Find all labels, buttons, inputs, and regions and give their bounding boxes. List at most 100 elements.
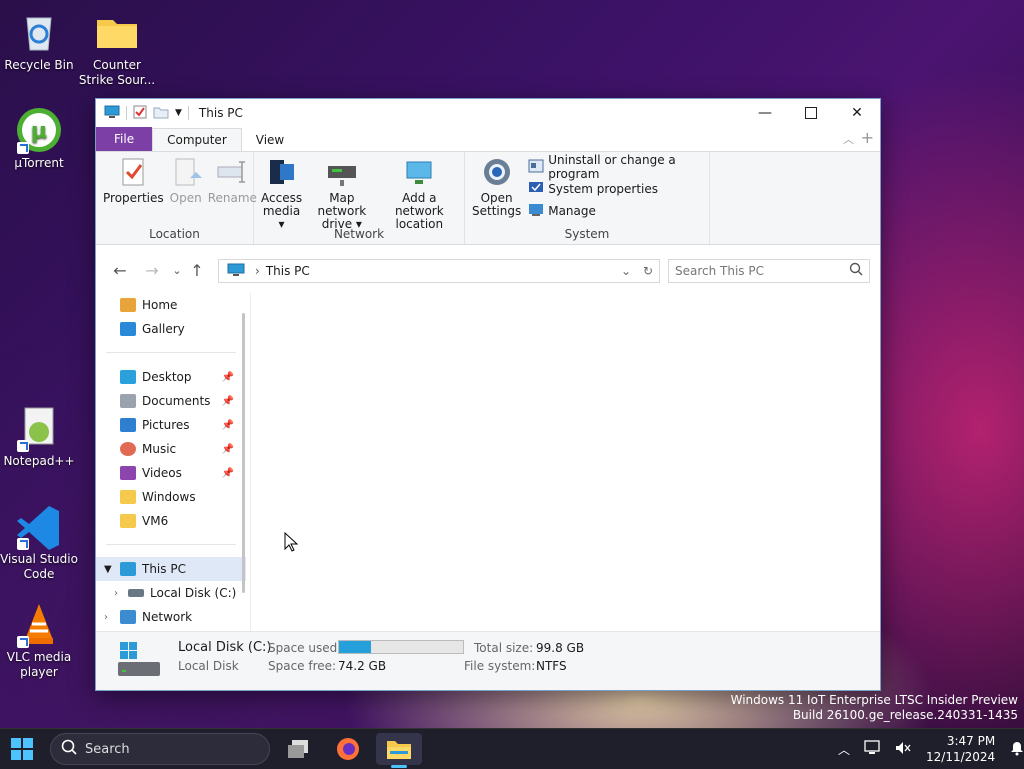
notification-bell-icon[interactable] — [1009, 740, 1024, 759]
ribbon-tabs: File Computer View ︿ + — [96, 127, 880, 151]
properties-quick-icon[interactable] — [133, 105, 147, 122]
start-button[interactable] — [2, 733, 42, 765]
uninstall-program-button[interactable]: Uninstall or change a program — [528, 153, 705, 181]
manage-button[interactable]: Manage — [528, 200, 705, 222]
file-system-value: NTFS — [536, 659, 567, 673]
manage-icon — [528, 203, 544, 220]
pane-divider — [250, 293, 251, 631]
space-used-bar — [338, 640, 464, 654]
mouse-cursor-icon — [284, 531, 299, 555]
new-folder-quick-icon[interactable] — [153, 105, 169, 122]
nav-item-this-pc[interactable]: ▼ This PC — [96, 557, 246, 581]
minimize-button[interactable]: — — [742, 99, 788, 127]
network-status-icon[interactable] — [864, 739, 882, 759]
desktop-icon-label: Notepad++ — [3, 454, 75, 468]
taskbar: Search ︿ 3:47 PM 12/11/2024 — [0, 728, 1024, 769]
programs-icon — [528, 159, 544, 176]
vlc-icon — [15, 600, 63, 648]
close-button[interactable]: ✕ — [834, 99, 880, 127]
nav-item-pictures[interactable]: Pictures 📌 — [96, 413, 246, 437]
breadcrumb-this-pc[interactable]: This PC — [266, 264, 310, 278]
show-hidden-icons-icon[interactable]: ︿ — [838, 741, 850, 758]
clock[interactable]: 3:47 PM 12/11/2024 — [926, 733, 995, 765]
desktop-icon-counter-strike[interactable]: Counter Strike Sour... — [78, 8, 156, 88]
file-explorer-window[interactable]: ▼ This PC — ✕ File Computer View ︿ + Pro… — [95, 98, 881, 691]
drive-large-icon — [116, 640, 162, 683]
file-explorer-icon — [387, 741, 411, 759]
desktop-icon-vlc[interactable]: VLC media player — [0, 600, 78, 680]
folder-icon — [93, 8, 141, 56]
desktop-icon-label: Recycle Bin — [4, 58, 74, 72]
volume-muted-icon[interactable] — [894, 740, 912, 759]
nav-item-gallery[interactable]: Gallery — [96, 317, 246, 341]
expand-chevron-icon[interactable]: ▼ — [104, 564, 112, 575]
help-icon[interactable]: + — [861, 128, 874, 147]
ribbon-group-network: Access media ▾ Map network drive ▾ Add a… — [254, 152, 465, 244]
search-icon[interactable] — [849, 262, 863, 279]
system-properties-button[interactable]: System properties — [528, 178, 705, 200]
taskbar-search-label: Search — [85, 741, 130, 757]
drive-type: Local Disk — [178, 659, 239, 673]
file-system-label: File system: — [464, 659, 536, 673]
system-tray: ︿ 3:47 PM 12/11/2024 — [838, 729, 1024, 769]
desktop-icon-utorrent[interactable]: µ µTorrent — [0, 106, 78, 171]
gear-icon — [481, 156, 513, 188]
tab-computer[interactable]: Computer — [152, 128, 242, 151]
nav-item-videos[interactable]: Videos 📌 — [96, 461, 246, 485]
taskbar-search[interactable]: Search — [50, 733, 270, 765]
search-box[interactable]: Search This PC — [668, 259, 870, 283]
music-icon — [120, 442, 136, 456]
total-size-label: Total size: — [474, 641, 534, 655]
folder-icon — [120, 514, 136, 528]
search-input[interactable]: Search This PC — [669, 264, 764, 278]
recycle-bin-icon — [15, 8, 63, 56]
desktop-icon-label: Counter Strike Sour... — [78, 58, 156, 87]
nav-item-local-disk[interactable]: › Local Disk (C:) — [96, 581, 246, 605]
group-label: Location — [149, 227, 200, 241]
up-arrow-icon[interactable]: ↑ — [186, 261, 208, 280]
tab-file[interactable]: File — [96, 127, 153, 151]
pin-icon: 📌 — [221, 395, 234, 407]
maximize-button[interactable] — [788, 99, 834, 127]
utorrent-icon: µ — [15, 106, 63, 154]
collapse-chevron-icon[interactable]: › — [114, 588, 118, 599]
desktop-icon-recycle-bin[interactable]: Recycle Bin — [0, 8, 78, 73]
collapse-chevron-icon[interactable]: › — [104, 612, 108, 623]
quick-access-dropdown-icon[interactable]: ▼ — [175, 108, 182, 118]
forward-arrow-icon[interactable]: → — [136, 261, 168, 280]
svg-text:µ: µ — [31, 119, 47, 144]
file-explorer-button[interactable] — [376, 733, 422, 768]
nav-item-windows[interactable]: Windows — [96, 485, 246, 509]
desktop-icon-vscode[interactable]: Visual Studio Code — [0, 502, 78, 582]
nav-divider — [106, 544, 236, 545]
nav-item-home[interactable]: Home — [96, 293, 246, 317]
collapse-ribbon-icon[interactable]: ︿ — [843, 131, 854, 147]
back-arrow-icon[interactable]: ← — [104, 261, 136, 280]
nav-scrollbar[interactable] — [242, 313, 245, 593]
refresh-icon[interactable]: ↻ — [643, 264, 653, 278]
this-pc-icon — [104, 105, 120, 122]
tab-view[interactable]: View — [242, 129, 298, 151]
firefox-icon — [337, 738, 359, 760]
task-view-icon — [288, 740, 308, 758]
nav-item-music[interactable]: Music 📌 — [96, 437, 246, 461]
nav-item-desktop[interactable]: Desktop 📌 — [96, 365, 246, 389]
folder-icon — [120, 490, 136, 504]
address-dropdown-icon[interactable]: ⌄ — [621, 264, 631, 278]
videos-icon — [120, 466, 136, 480]
firefox-button[interactable] — [328, 733, 368, 765]
nav-item-network[interactable]: › Network — [96, 605, 246, 629]
vscode-icon — [15, 502, 63, 550]
recent-locations-icon[interactable]: ⌄ — [168, 264, 186, 277]
watermark-line-2: Build 26100.ge_release.240331-1435 — [792, 708, 1018, 722]
task-view-button[interactable] — [278, 733, 318, 765]
navigation-pane: Home Gallery Desktop 📌 Documents 📌 Picture… — [96, 293, 246, 631]
nav-item-vm6[interactable]: VM6 — [96, 509, 246, 533]
nav-item-documents[interactable]: Documents 📌 — [96, 389, 246, 413]
ribbon-group-location: Properties Open Rename Location — [96, 152, 257, 244]
windows-logo-icon — [11, 738, 33, 760]
address-bar[interactable]: › This PC ⌄ ↻ — [218, 259, 660, 283]
pictures-icon — [120, 418, 136, 432]
title-bar[interactable]: ▼ This PC — ✕ — [96, 99, 880, 127]
desktop-icon-notepadpp[interactable]: Notepad++ — [0, 404, 78, 469]
